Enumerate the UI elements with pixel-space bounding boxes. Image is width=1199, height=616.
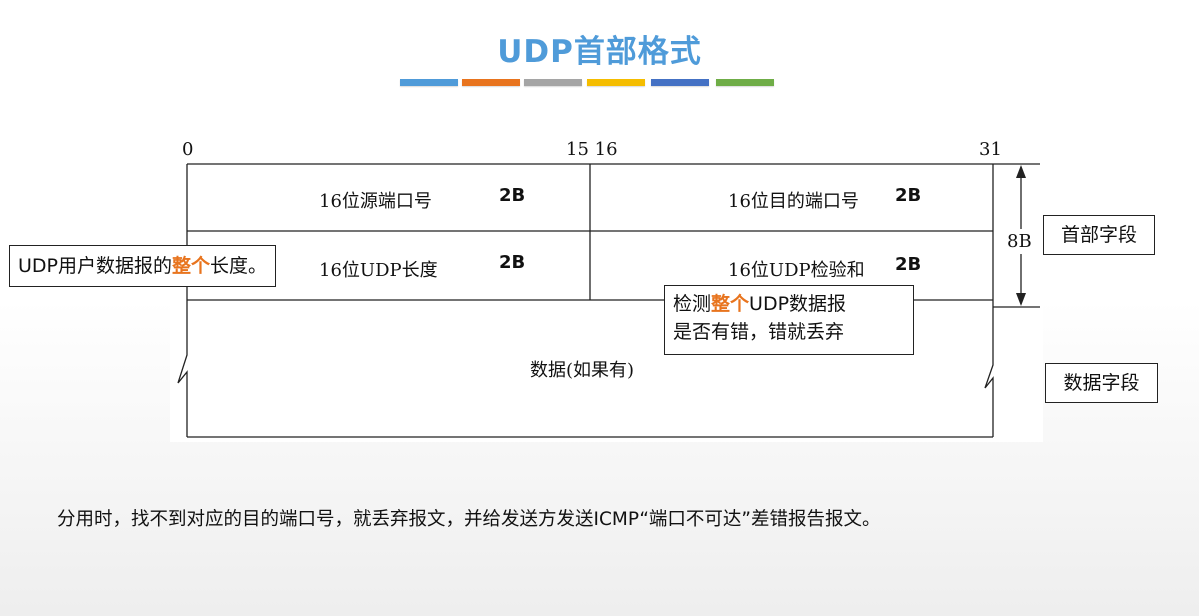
checksum-callout-line2: 是否有错，错就丢弃 [673,321,845,343]
dest-port-size: 2B [895,185,922,206]
udp-length-size: 2B [499,252,526,273]
header-field-box: 首部字段 [1043,215,1155,255]
udp-checksum-size: 2B [895,254,922,275]
demux-note: 分用时，找不到对应的目的端口号，就丢弃报文，并给发送方发送ICMP“端口不可达”… [57,509,881,530]
source-port-field: 16位源端口号 [319,191,432,212]
length-callout-emph: 整个 [172,255,211,277]
frame-left-line [177,164,188,437]
bit-label-0: 0 [182,139,194,160]
length-callout-post: 长度。 [210,255,268,277]
arrow-head-down [1016,293,1026,306]
length-callout: UDP用户数据报的整个长度。 [9,245,277,287]
checksum-callout-line1: 检测整个UDP数据报 [673,293,847,315]
header-size-label: 8B [1007,229,1032,254]
bit-label-15-16: 15 16 [566,139,618,160]
data-field: 数据(如果有) [530,360,635,381]
checksum-callout: 检测整个UDP数据报 是否有错，错就丢弃 [664,285,914,355]
udp-checksum-field: 16位UDP检验和 [728,260,865,281]
length-callout-pre: UDP用户数据报的 [18,255,172,277]
data-field-box: 数据字段 [1045,363,1158,403]
udp-length-field: 16位UDP长度 [319,260,438,281]
arrow-head-up [1016,165,1026,178]
source-port-size: 2B [499,185,526,206]
dest-port-field: 16位目的端口号 [728,191,859,212]
bit-label-31: 31 [979,139,1002,160]
